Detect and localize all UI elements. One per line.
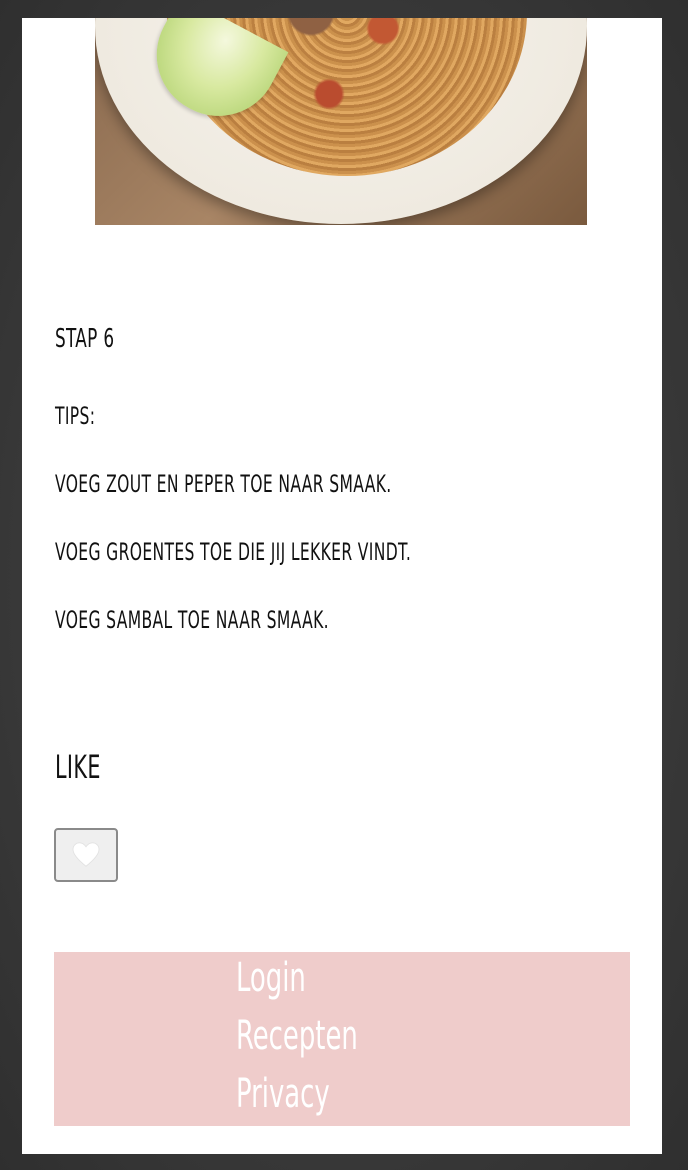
- tips-label: Tips:: [55, 402, 96, 430]
- like-button[interactable]: [54, 828, 118, 882]
- step-title: Stap 6: [55, 324, 115, 354]
- tip-item: Voeg groentes toe die jij lekker vindt.: [55, 538, 412, 566]
- footer-link-login[interactable]: Login: [236, 958, 306, 998]
- footer-nav: Login Recepten Privacy: [54, 952, 630, 1126]
- recipe-page: Stap 6 Tips: Voeg zout en peper toe naar…: [22, 18, 662, 1154]
- like-heading: Like: [55, 748, 101, 786]
- tip-item: Voeg sambal toe naar smaak.: [55, 606, 329, 634]
- footer-link-privacy[interactable]: Privacy: [236, 1074, 330, 1114]
- heart-icon: [72, 842, 100, 867]
- recipe-photo: [95, 18, 587, 225]
- tip-item: Voeg zout en peper toe naar smaak.: [55, 470, 392, 498]
- footer-link-recepten[interactable]: Recepten: [236, 1016, 358, 1056]
